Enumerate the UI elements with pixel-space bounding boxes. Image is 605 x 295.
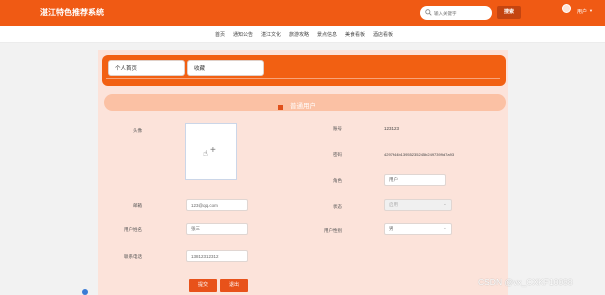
search-button[interactable]: 搜索 (497, 6, 521, 19)
gender-select[interactable] (384, 223, 452, 235)
avatar-label: 头像 (133, 128, 142, 133)
tab-bar: 个人首页 收藏 (102, 55, 506, 86)
site-title[interactable]: 湛江特色推荐系统 (40, 7, 104, 18)
nav-item-home[interactable]: 首页 (215, 31, 225, 38)
chevron-down-icon[interactable]: ▼ (589, 8, 593, 13)
email-field[interactable] (186, 199, 248, 211)
chevron-down-icon[interactable]: ⌄ (443, 225, 447, 231)
status-select (384, 199, 452, 211)
nav-item-food[interactable]: 美食看板 (345, 31, 365, 38)
nav-item-notices[interactable]: 通知公告 (233, 31, 253, 38)
password-value: 4297f44b13955235245b2497399d7a93 (384, 152, 455, 157)
nav-item-guides[interactable]: 旅游攻略 (289, 31, 309, 38)
logout-button[interactable]: 退出 (220, 279, 248, 292)
account-label: 账号 (333, 126, 342, 131)
role-field[interactable] (384, 174, 446, 186)
avatar[interactable] (562, 4, 571, 13)
nav-item-attractions[interactable]: 景点信息 (317, 31, 337, 38)
phone-field[interactable] (186, 250, 248, 262)
main-nav: 首页 通知公告 湛江文化 旅游攻略 景点信息 美食看板 酒店看板 (0, 26, 605, 43)
name-field[interactable] (186, 223, 248, 235)
account-value: 123123 (384, 126, 400, 131)
search-icon (425, 9, 432, 16)
section-title: 普通用户 (290, 103, 316, 110)
content-panel (98, 50, 508, 295)
role-label: 角色 (333, 178, 342, 183)
plus-icon: + (210, 145, 216, 156)
section-marker (278, 105, 283, 110)
tab-divider (106, 78, 500, 79)
watermark: CSDN @vx_CXKF10088 (478, 277, 573, 287)
tab-favorites[interactable]: 收藏 (187, 60, 264, 76)
hand-cursor-icon: ☝ (203, 149, 208, 158)
phone-label: 联系电话 (124, 254, 142, 259)
status-label: 状态 (333, 204, 342, 209)
nav-item-culture[interactable]: 湛江文化 (261, 31, 281, 38)
search-box[interactable] (420, 6, 492, 20)
user-menu-label[interactable]: 用户 (577, 8, 587, 15)
nav-item-hotels[interactable]: 酒店看板 (373, 31, 393, 38)
gender-label: 用户性别 (324, 228, 342, 233)
chevron-down-icon: ⌄ (443, 201, 447, 206)
top-bar: 湛江特色推荐系统 搜索 用户 ▼ (0, 0, 605, 26)
email-label: 邮箱 (133, 203, 142, 208)
search-input[interactable] (434, 7, 488, 19)
scroll-indicator[interactable] (82, 289, 88, 295)
name-label: 用户姓名 (124, 227, 142, 232)
password-label: 密码 (333, 152, 342, 157)
tab-personal-home[interactable]: 个人首页 (108, 60, 185, 76)
submit-button[interactable]: 提交 (189, 279, 217, 292)
avatar-upload[interactable]: ☝ + (185, 123, 237, 180)
